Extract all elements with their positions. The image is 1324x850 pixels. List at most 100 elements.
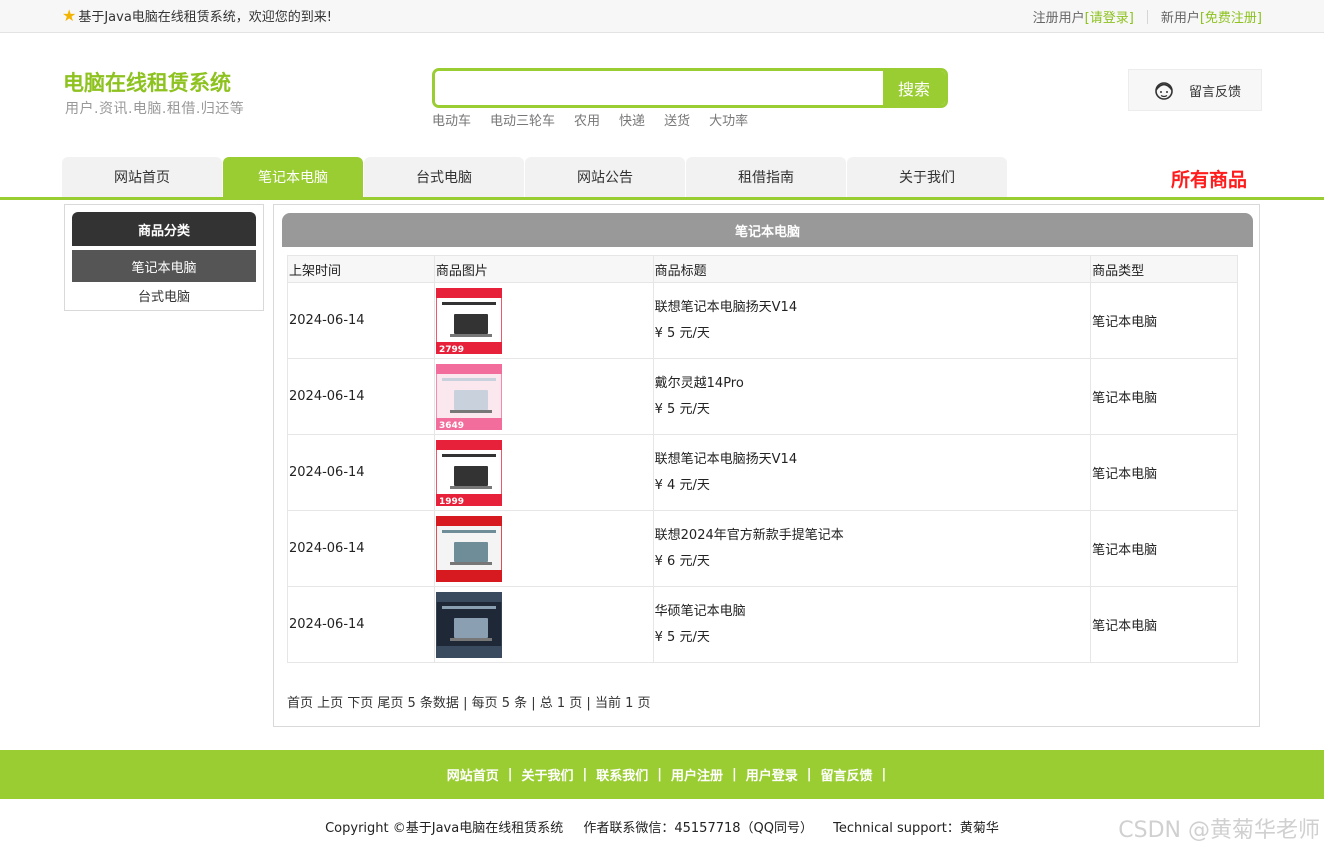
listing-date: 2024-06-14: [287, 358, 435, 435]
goods-panel: 笔记本电脑 上架时间 商品图片 商品标题 商品类型 2024-06-14 2799…: [273, 204, 1260, 727]
hot-word-link[interactable]: 大功率: [709, 110, 748, 129]
footer-link[interactable]: 联系我们: [596, 765, 648, 784]
copyright-text: Copyright ©基于Java电脑在线租赁系统: [325, 821, 564, 836]
product-type: 笔记本电脑: [1090, 510, 1238, 587]
product-image-cell: [433, 510, 654, 587]
product-title-cell: 联想2024年官方新款手提笔记本 ¥ 6 元/天: [652, 510, 1092, 587]
goods-table: 上架时间 商品图片 商品标题 商品类型 2024-06-14 2799 联想笔记本电…: [287, 255, 1238, 663]
product-image-cell: [433, 586, 654, 663]
footer-divider: |: [881, 767, 887, 782]
product-thumbnail[interactable]: 2799: [435, 287, 502, 354]
product-image-cell: 1999: [433, 434, 654, 511]
support-text: Technical support：黄菊华: [833, 821, 999, 836]
sidebar-item-laptop[interactable]: 笔记本电脑: [72, 250, 256, 282]
nav-tab[interactable]: 网站首页: [62, 157, 222, 197]
search-bar: 搜索: [432, 68, 948, 108]
listing-date: 2024-06-14: [287, 510, 435, 587]
product-type: 笔记本电脑: [1090, 358, 1238, 435]
nav-underline: [0, 197, 1324, 200]
feedback-label: 留言反馈: [1189, 84, 1242, 100]
footer-divider: |: [657, 767, 662, 782]
footer-divider: |: [806, 767, 812, 782]
footer-link[interactable]: 关于我们: [521, 765, 573, 784]
nav-tab[interactable]: 租借指南: [686, 157, 846, 197]
product-price: ¥ 5 元/天: [654, 401, 710, 417]
welcome-message: ★ 基于Java电脑在线租赁系统，欢迎您的到来!: [62, 6, 332, 25]
column-header: 商品类型: [1090, 255, 1238, 283]
account-links: 注册用户 [请登录] 新用户 [免费注册]: [1033, 7, 1262, 26]
product-title-link[interactable]: 联想笔记本电脑扬天V14: [655, 447, 1090, 473]
listing-date: 2024-06-14: [287, 282, 435, 359]
product-title-link[interactable]: 华硕笔记本电脑: [655, 599, 1090, 625]
welcome-text: 基于Java电脑在线租赁系统，欢迎您的到来!: [78, 10, 333, 25]
nav-tab[interactable]: 网站公告: [525, 157, 685, 197]
hot-word-link[interactable]: 农用: [574, 110, 600, 129]
nav-tab[interactable]: 笔记本电脑: [223, 157, 363, 197]
contact-text: 作者联系微信：45157718（QQ同号）: [583, 821, 813, 836]
divider: [1146, 9, 1148, 24]
column-header: 商品标题: [652, 255, 1092, 283]
product-title-cell: 华硕笔记本电脑 ¥ 5 元/天: [652, 586, 1092, 663]
hot-word-link[interactable]: 快递: [619, 110, 645, 129]
product-type: 笔记本电脑: [1090, 282, 1238, 359]
footer-link[interactable]: 用户登录: [746, 765, 798, 784]
table-row[interactable]: 2024-06-14 联想2024年官方新款手提笔记本 ¥ 6 元/天 笔记本电脑: [287, 510, 1238, 587]
hot-word-link[interactable]: 电动三轮车: [490, 110, 555, 129]
new-user-label: 新用户: [1160, 11, 1200, 26]
product-type: 笔记本电脑: [1090, 434, 1238, 511]
product-thumbnail[interactable]: [435, 515, 502, 582]
hot-words: 电动车 电动三轮车 农用 快递 送货 大功率: [432, 110, 767, 129]
product-thumbnail[interactable]: [435, 591, 502, 658]
nav-tab[interactable]: 关于我们: [847, 157, 1007, 197]
footer-link[interactable]: 用户注册: [671, 765, 723, 784]
hot-word-link[interactable]: 送货: [664, 110, 690, 129]
thumbnail-price: 3649: [439, 421, 464, 430]
product-title-cell: 联想笔记本电脑扬天V14 ¥ 5 元/天: [652, 282, 1092, 359]
product-title-link[interactable]: 联想笔记本电脑扬天V14: [655, 295, 1090, 321]
footer-divider: |: [732, 767, 737, 782]
product-title-link[interactable]: 戴尔灵越14Pro: [655, 371, 1090, 397]
product-image-cell: 3649: [433, 358, 654, 435]
nav-tab[interactable]: 台式电脑: [364, 157, 524, 197]
product-type: 笔记本电脑: [1090, 586, 1238, 663]
sidebar-item-desktop[interactable]: 台式电脑: [72, 284, 256, 306]
feedback-button[interactable]: 留言反馈: [1128, 69, 1262, 111]
product-title-link[interactable]: 联想2024年官方新款手提笔记本: [655, 523, 1090, 549]
footer-link[interactable]: 网站首页: [447, 765, 499, 784]
star-icon: ★: [62, 5, 77, 25]
table-row[interactable]: 2024-06-14 3649 戴尔灵越14Pro ¥ 5 元/天 笔记本电脑: [287, 358, 1238, 435]
table-row[interactable]: 2024-06-14 2799 联想笔记本电脑扬天V14 ¥ 5 元/天 笔记本电脑: [287, 282, 1238, 359]
product-thumbnail[interactable]: 1999: [435, 439, 502, 506]
footer-nav: 网站首页 | 关于我们 | 联系我们 | 用户注册 | 用户登录 | 留言反馈 |: [0, 750, 1324, 799]
listing-date: 2024-06-14: [287, 434, 435, 511]
product-thumbnail[interactable]: 3649: [435, 363, 502, 430]
column-header: 商品图片: [433, 255, 654, 283]
table-row[interactable]: 2024-06-14 华硕笔记本电脑 ¥ 5 元/天 笔记本电脑: [287, 586, 1238, 663]
main-nav: 网站首页 笔记本电脑 台式电脑 网站公告 租借指南 关于我们: [62, 157, 1008, 197]
search-input[interactable]: [435, 71, 883, 105]
column-header: 上架时间: [287, 255, 435, 283]
product-price: ¥ 5 元/天: [654, 325, 710, 341]
all-goods-link[interactable]: 所有商品: [1171, 165, 1247, 192]
listing-date: 2024-06-14: [287, 586, 435, 663]
signup-link[interactable]: [免费注册]: [1200, 7, 1262, 26]
panel-title: 笔记本电脑: [282, 213, 1253, 247]
site-title[interactable]: 电脑在线租赁系统: [63, 67, 231, 97]
top-bar: ★ 基于Java电脑在线租赁系统，欢迎您的到来! 注册用户 [请登录] 新用户 …: [0, 0, 1324, 33]
pagination: 首页 上页 下页 尾页 5 条数据 | 每页 5 条 | 总 1 页 | 当前 …: [287, 696, 651, 711]
category-sidebar: 商品分类 笔记本电脑 台式电脑: [64, 204, 264, 311]
category-title: 商品分类: [72, 212, 256, 246]
hot-word-link[interactable]: 电动车: [432, 110, 471, 129]
product-title-cell: 联想笔记本电脑扬天V14 ¥ 4 元/天: [652, 434, 1092, 511]
product-price: ¥ 6 元/天: [654, 553, 710, 569]
customer-service-icon: [1155, 82, 1173, 100]
footer-divider: |: [507, 767, 513, 782]
product-price: ¥ 4 元/天: [654, 477, 710, 493]
search-button[interactable]: 搜索: [883, 71, 945, 105]
register-user-label: 注册用户: [1032, 11, 1085, 26]
footer-link[interactable]: 留言反馈: [821, 765, 873, 784]
site-subtitle: 用户.资讯.电脑.租借.归还等: [65, 101, 245, 117]
login-link[interactable]: [请登录]: [1085, 7, 1134, 26]
table-row[interactable]: 2024-06-14 1999 联想笔记本电脑扬天V14 ¥ 4 元/天 笔记本电脑: [287, 434, 1238, 511]
csdn-watermark: CSDN @黄菊华老师: [1118, 818, 1320, 843]
